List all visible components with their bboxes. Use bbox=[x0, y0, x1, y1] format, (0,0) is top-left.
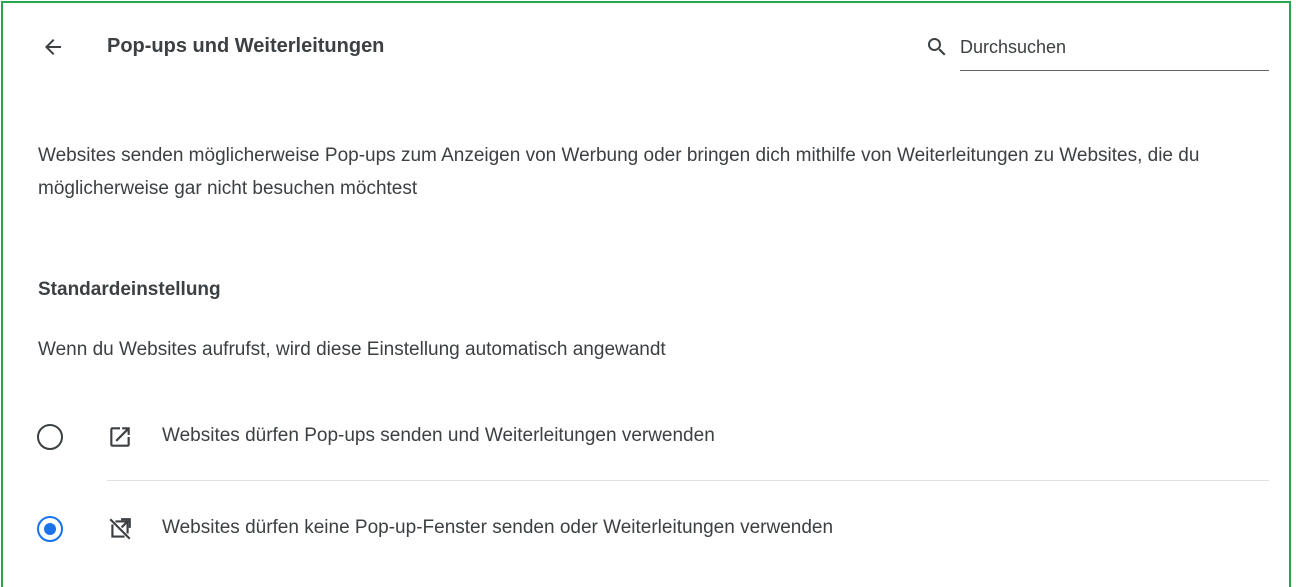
option-label-allow: Websites dürfen Pop-ups senden und Weite… bbox=[162, 425, 715, 446]
option-divider bbox=[107, 480, 1269, 481]
arrow-back-icon bbox=[45, 39, 61, 55]
search-input[interactable] bbox=[960, 33, 1260, 61]
section-subtext: Wenn du Websites aufrufst, wird diese Ei… bbox=[38, 339, 666, 360]
radio-block-popups[interactable] bbox=[37, 516, 63, 542]
page-title: Pop-ups und Weiterleitungen bbox=[107, 35, 385, 57]
option-label-block: Websites dürfen keine Pop-up-Fenster sen… bbox=[162, 517, 834, 538]
radio-allow-popups[interactable] bbox=[37, 424, 63, 450]
page-description: Websites senden möglicherweise Pop-ups z… bbox=[38, 145, 1200, 199]
option-allow-popups[interactable]: Websites dürfen Pop-ups senden und Weite… bbox=[31, 409, 1269, 465]
option-block-popups[interactable]: Websites dürfen keine Pop-up-Fenster sen… bbox=[31, 501, 1269, 557]
search-icon[interactable] bbox=[925, 35, 949, 59]
section-heading: Standardeinstellung bbox=[38, 279, 221, 300]
open-in-new-icon bbox=[110, 427, 130, 447]
search-underline bbox=[960, 70, 1269, 71]
back-button[interactable] bbox=[37, 31, 69, 63]
page-frame: Pop-ups und Weiterleitungen Websites sen… bbox=[1, 1, 1291, 587]
search-box[interactable] bbox=[925, 25, 1269, 71]
open-in-new-off-icon bbox=[109, 518, 131, 540]
